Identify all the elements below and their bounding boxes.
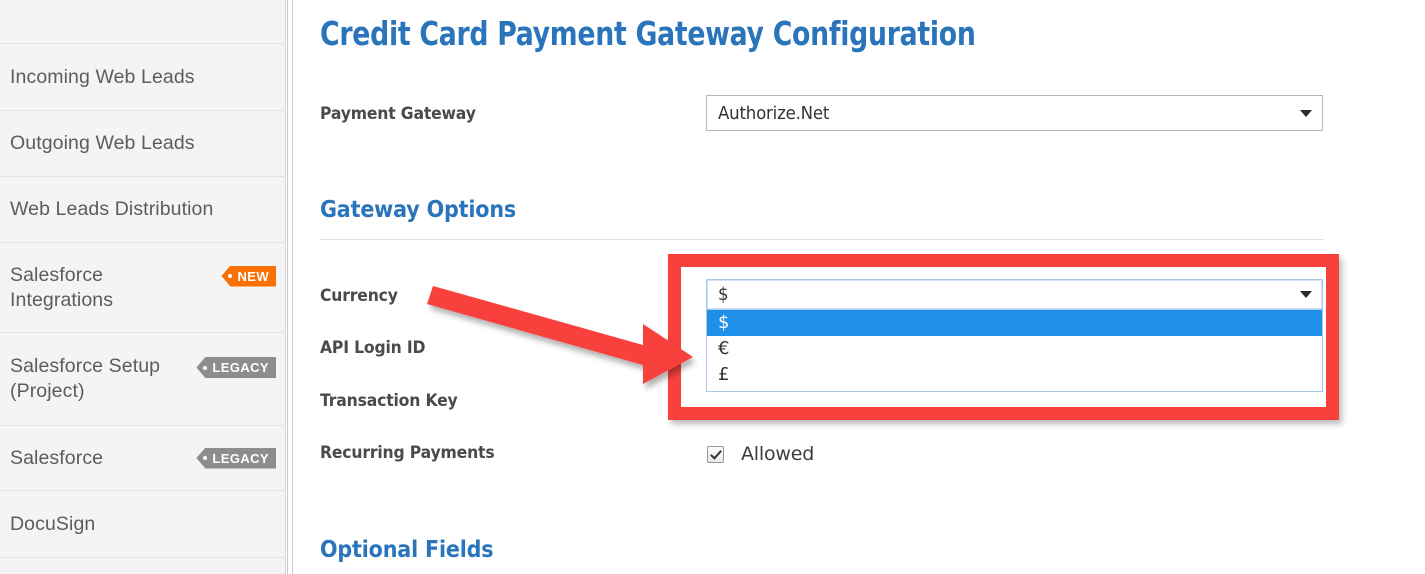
sidebar-item-label: Web Leads Distribution [10, 198, 214, 220]
sidebar-item-label: Incoming Web Leads [10, 65, 195, 88]
page-title: Credit Card Payment Gateway Configuratio… [320, 14, 976, 53]
sidebar-item-label: DocuSign [10, 512, 96, 535]
gateway-options-divider [320, 239, 1323, 240]
payment-gateway-select[interactable]: Authorize.Net [706, 95, 1323, 131]
currency-value: $ [718, 284, 729, 305]
recurring-payments-label: Recurring Payments [320, 443, 495, 463]
sidebar-item-incoming-web-leads[interactable]: Incoming Web Leads [0, 43, 286, 110]
sidebar-item-outgoing-web-leads[interactable]: Outgoing Web Leads [0, 110, 286, 176]
badge-legacy: LEGACY [196, 447, 276, 469]
api-login-id-label: API Login ID [320, 338, 426, 358]
sidebar-item-web-leads-distribution[interactable]: Web Leads Distribution [0, 176, 286, 242]
sidebar-item-salesforce-setup-project[interactable]: Salesforce Setup (Project) LEGACY [0, 332, 286, 425]
main-content: Credit Card Payment Gateway Configuratio… [295, 0, 1425, 574]
transaction-key-label: Transaction Key [320, 391, 458, 411]
sidebar-item-label: Outgoing Web Leads [10, 132, 195, 154]
sidebar-item-docusign[interactable]: DocuSign [0, 490, 286, 557]
currency-select[interactable]: $ [706, 279, 1323, 310]
currency-label: Currency [320, 286, 398, 306]
recurring-payments-checkbox-row[interactable]: Allowed [707, 443, 814, 465]
sidebar-item-partial-next[interactable] [0, 557, 286, 574]
badge-new: NEW [221, 265, 276, 287]
sidebar-item-label: Salesforce [10, 446, 104, 469]
badge-legacy: LEGACY [196, 357, 276, 378]
gateway-options-heading: Gateway Options [320, 197, 517, 223]
currency-option-gbp[interactable]: £ [707, 362, 1322, 388]
allowed-checkbox[interactable] [707, 445, 724, 463]
chevron-down-icon [1300, 109, 1312, 117]
sidebar-item-label: Salesforce Integrations [10, 263, 114, 311]
allowed-label: Allowed [741, 443, 815, 465]
payment-gateway-label: Payment Gateway [320, 104, 476, 124]
sidebar-navigation: Incoming Web Leads Outgoing Web Leads We… [0, 0, 286, 574]
payment-gateway-value: Authorize.Net [718, 102, 830, 124]
currency-dropdown-list[interactable]: $ € £ [706, 310, 1323, 392]
sidebar-item-salesforce-integrations[interactable]: Salesforce Integrations NEW [0, 242, 286, 332]
currency-option-eur[interactable]: € [707, 336, 1322, 362]
sidebar-item-label: Salesforce Setup (Project) [10, 355, 161, 402]
sidebar-item-salesforce[interactable]: Salesforce LEGACY [0, 425, 286, 490]
chevron-down-icon [1300, 291, 1312, 298]
optional-fields-heading: Optional Fields [320, 537, 494, 563]
sidebar-scrollbar-track[interactable] [287, 0, 293, 574]
currency-option-usd[interactable]: $ [707, 310, 1322, 336]
